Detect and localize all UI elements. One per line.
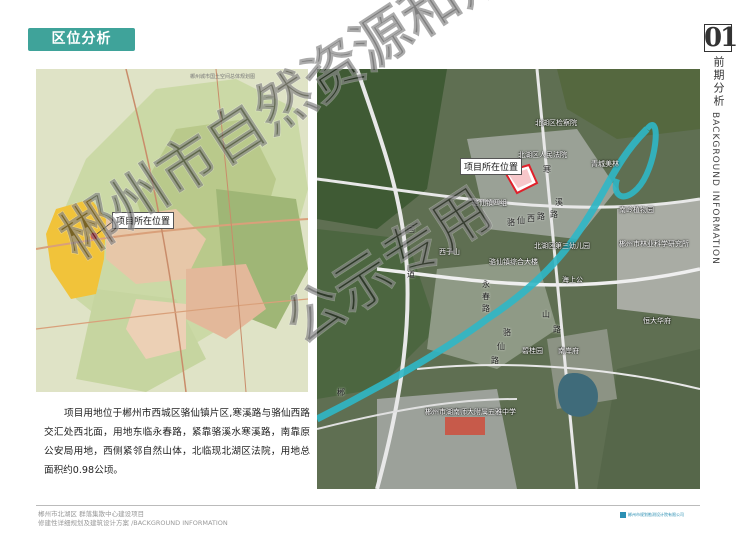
regional-map-caption: 郴州城市国土空间总体规划图 [190,74,256,80]
road-label: 国 [407,225,415,234]
aerial-map: 北湖区检察院 北湖区人民法院 青城美林 南岭植物园 骆仙镇四组 北湖区第三幼儿园… [317,69,700,489]
aerial-map-graphic [317,69,700,489]
place-label: 北湖区人民法院 [518,151,567,159]
place-label: 北湖区第三幼儿园 [534,242,590,250]
place-label: 南岸府 [558,347,579,355]
company-logo-icon [620,512,626,518]
road-label: 骆 [507,218,515,227]
place-label: 恒大华府 [643,317,671,325]
place-label: 骆仙镇综合大楼 [489,258,538,266]
road-label: 郴 [337,388,345,397]
section-title: 区位分析 [28,28,135,51]
road-label: 春 [482,292,490,301]
page: 区位分析 01 前期分析 BACKGROUND INFORMATION 郴州城市… [0,0,750,533]
place-label: 西子山 [439,248,460,256]
road-label: 路 [491,356,499,365]
road-label: 路 [537,212,545,221]
place-label: 海上公 [562,276,583,284]
place-label: 南岭植物园 [619,206,654,214]
road-label: 骆 [503,328,511,337]
road-label: 路 [482,304,490,313]
road-label: 路 [550,210,558,219]
road-label: 路 [553,325,561,334]
place-label: 郴州市林业科学研究所 [619,240,689,248]
regional-site-callout: 项目所在位置 [112,212,175,229]
road-label: 仙 [497,342,505,351]
side-cn-label: 前期分析 [712,56,725,108]
project-description: 项目用地位于郴州市西城区骆仙镇片区,寒溪路与骆仙西路交汇处西北面，用地东临永春路… [44,408,310,476]
aerial-site-callout: 项目所在位置 [460,158,523,175]
road-label: 溪 [555,198,563,207]
page-number: 01 [704,23,738,53]
place-label: 郴州市湖南师大附属五雅中学 [425,408,516,416]
road-label: 道 [407,270,415,279]
place-label: 骆仙镇四组 [472,199,507,207]
company-name: 郴州市规划勘测设计院有限公司 [628,512,684,517]
regional-map-graphic [36,69,308,392]
footer-subtitle: 修建性详细规划及建筑设计方案 /BACKGROUND INFORMATION [38,519,228,527]
road-label: 仙 [517,216,525,225]
regional-map [36,69,308,392]
road-label: 西 [527,214,535,223]
road-label: 山 [542,310,550,319]
road-label: 永 [482,280,490,289]
place-label: 碧桂园 [522,347,543,355]
side-en-label: BACKGROUND INFORMATION [710,112,720,265]
place-label: 青城美林 [591,160,619,168]
footer-divider [36,505,700,506]
place-label: 北湖区检察院 [535,119,577,127]
road-label: 寒 [543,165,551,174]
